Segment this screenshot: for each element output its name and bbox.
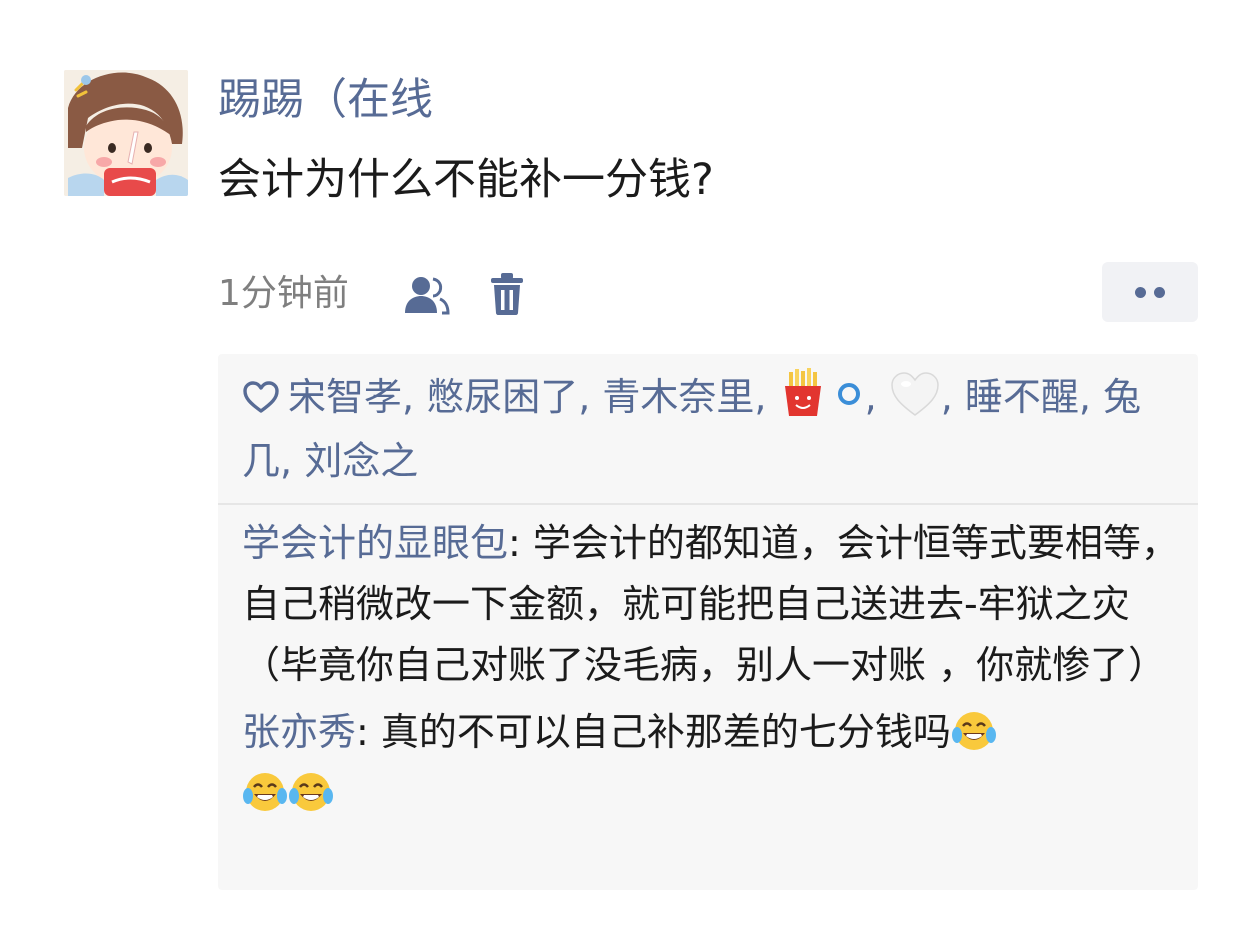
delete-trash-icon[interactable] xyxy=(490,273,524,315)
like-user-fries-emoji[interactable] xyxy=(779,368,865,433)
avatar[interactable] xyxy=(64,70,188,196)
white-heart-emoji-icon xyxy=(890,372,939,416)
comment-author[interactable]: 张亦秀 xyxy=(242,710,356,754)
like-user-name[interactable]: 憋尿困了 xyxy=(426,375,578,419)
comment-colon: : xyxy=(508,521,533,565)
visibility-people-icon[interactable] xyxy=(402,275,450,315)
interaction-panel: 宋智孝, 憋尿困了, 青木奈里, , , 睡不醒, 兔几, 刘念之 学会计的显眼… xyxy=(218,354,1198,890)
like-user-name[interactable]: 刘念之 xyxy=(304,439,418,483)
like-user-white-heart-emoji[interactable] xyxy=(889,370,941,433)
post-timestamp: 1分钟前 xyxy=(218,273,349,314)
fries-emoji-icon xyxy=(784,368,860,416)
like-user-name[interactable]: 睡不醒 xyxy=(965,375,1079,419)
comments-section: 学会计的显眼包: 学会计的都知道，会计恒等式要相等，自己稍微改一下金额，就可能把… xyxy=(218,505,1198,824)
post-username[interactable]: 踢踢（在线 xyxy=(218,70,433,130)
more-dot-icon xyxy=(1154,286,1165,298)
comment-colon: : xyxy=(356,710,381,754)
comment-text: 真的不可以自己补那差的七分钱吗 xyxy=(380,710,951,754)
comment-item[interactable]: 学会计的显眼包: 学会计的都知道，会计恒等式要相等，自己稍微改一下金额，就可能把… xyxy=(242,513,1180,696)
laughing-tears-emoji-icon xyxy=(243,773,287,811)
avatar-image xyxy=(64,70,188,196)
likes-section: 宋智孝, 憋尿困了, 青木奈里, , , 睡不醒, 兔几, 刘念之 xyxy=(218,354,1198,503)
post-meta-row: 1分钟前 xyxy=(218,262,1198,322)
like-heart-icon xyxy=(243,381,279,413)
comment-author[interactable]: 学会计的显眼包 xyxy=(242,521,508,565)
like-user-name[interactable]: 青木奈里 xyxy=(602,375,754,419)
laughing-tears-emoji-icon xyxy=(951,712,996,750)
more-dot-icon xyxy=(1135,286,1146,298)
comment-item[interactable]: 张亦秀: 真的不可以自己补那差的七分钱吗 xyxy=(242,702,1180,824)
more-options-button[interactable] xyxy=(1102,262,1198,322)
like-user-name[interactable]: 宋智孝 xyxy=(288,375,402,419)
laughing-tears-emoji-icon xyxy=(289,773,333,811)
post-text: 会计为什么不能补一分钱? xyxy=(218,155,714,205)
